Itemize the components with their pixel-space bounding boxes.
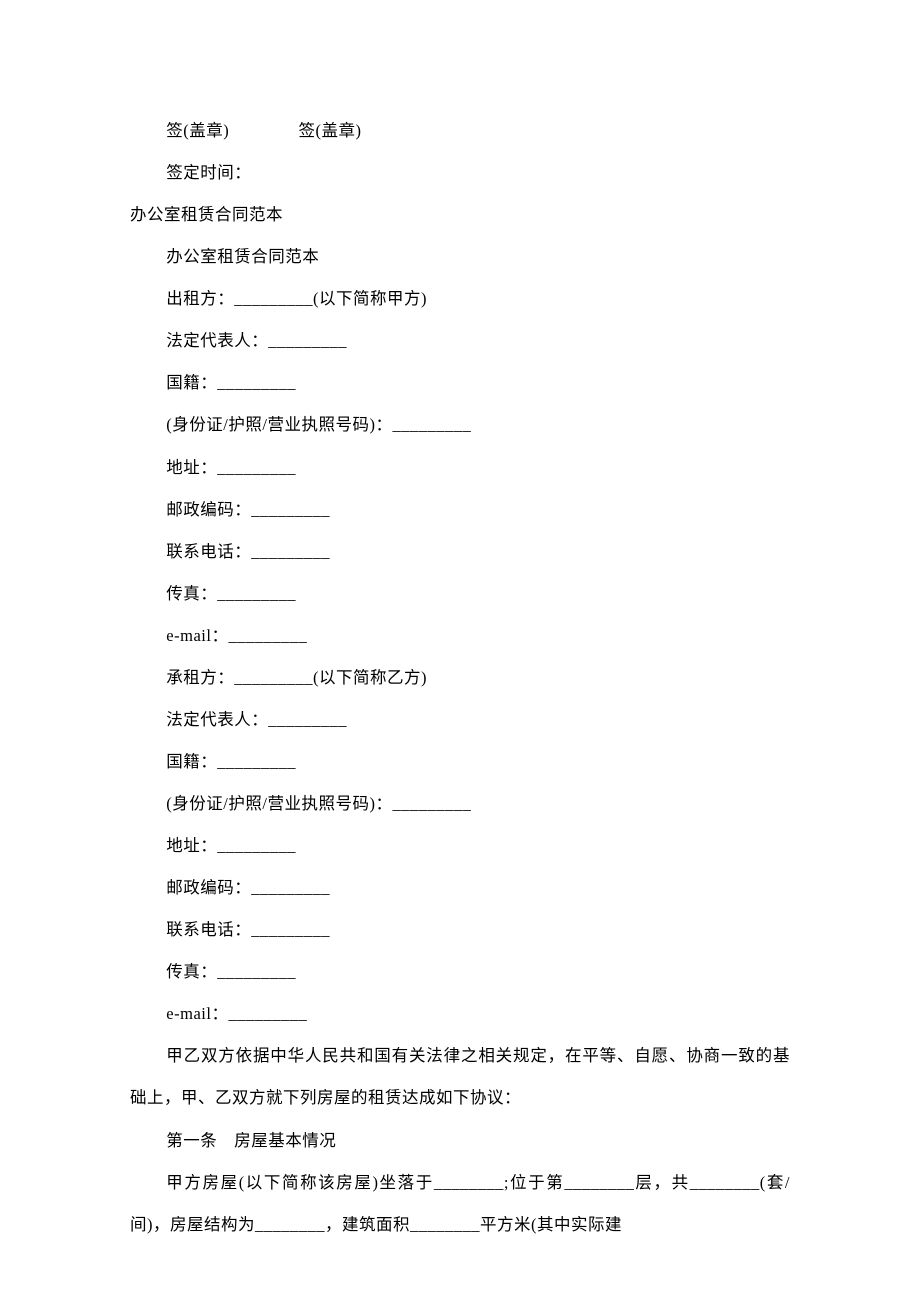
signing-time: 签定时间： xyxy=(130,152,790,194)
party-b-nationality: 国籍：_________ xyxy=(130,741,790,783)
document-page: 签(盖章) 签(盖章) 签定时间： 办公室租赁合同范本 办公室租赁合同范本 出租… xyxy=(0,0,920,1306)
party-a-id: (身份证/护照/营业执照号码)：_________ xyxy=(130,404,790,446)
party-b-email: e-mail：_________ xyxy=(130,993,790,1035)
section-subtitle: 办公室租赁合同范本 xyxy=(130,236,790,278)
party-a-tel: 联系电话：_________ xyxy=(130,531,790,573)
party-b-tel: 联系电话：_________ xyxy=(130,909,790,951)
party-a-fax: 传真：_________ xyxy=(130,573,790,615)
article-1-title: 第一条 房屋基本情况 xyxy=(130,1120,790,1162)
party-b-zip: 邮政编码：_________ xyxy=(130,867,790,909)
party-b-rep: 法定代表人：_________ xyxy=(130,699,790,741)
party-a-email: e-mail：_________ xyxy=(130,615,790,657)
party-b-address: 地址：_________ xyxy=(130,825,790,867)
preamble: 甲乙双方依据中华人民共和国有关法律之相关规定，在平等、自愿、协商一致的基础上，甲… xyxy=(130,1035,790,1119)
signature-b: 签(盖章) xyxy=(299,121,362,140)
party-a-rep: 法定代表人：_________ xyxy=(130,320,790,362)
signature-a: 签(盖章) xyxy=(166,121,229,140)
article-1-body: 甲方房屋(以下简称该房屋)坐落于________;位于第________层，共_… xyxy=(130,1162,790,1246)
signature-line: 签(盖章) 签(盖章) xyxy=(130,110,790,152)
party-a-nationality: 国籍：_________ xyxy=(130,362,790,404)
party-b-id: (身份证/护照/营业执照号码)：_________ xyxy=(130,783,790,825)
party-a-address: 地址：_________ xyxy=(130,447,790,489)
party-a-zip: 邮政编码：_________ xyxy=(130,489,790,531)
party-b-fax: 传真：_________ xyxy=(130,951,790,993)
party-b-lessee: 承租方：_________(以下简称乙方) xyxy=(130,657,790,699)
section-title: 办公室租赁合同范本 xyxy=(130,194,790,236)
party-a-lessor: 出租方：_________(以下简称甲方) xyxy=(130,278,790,320)
